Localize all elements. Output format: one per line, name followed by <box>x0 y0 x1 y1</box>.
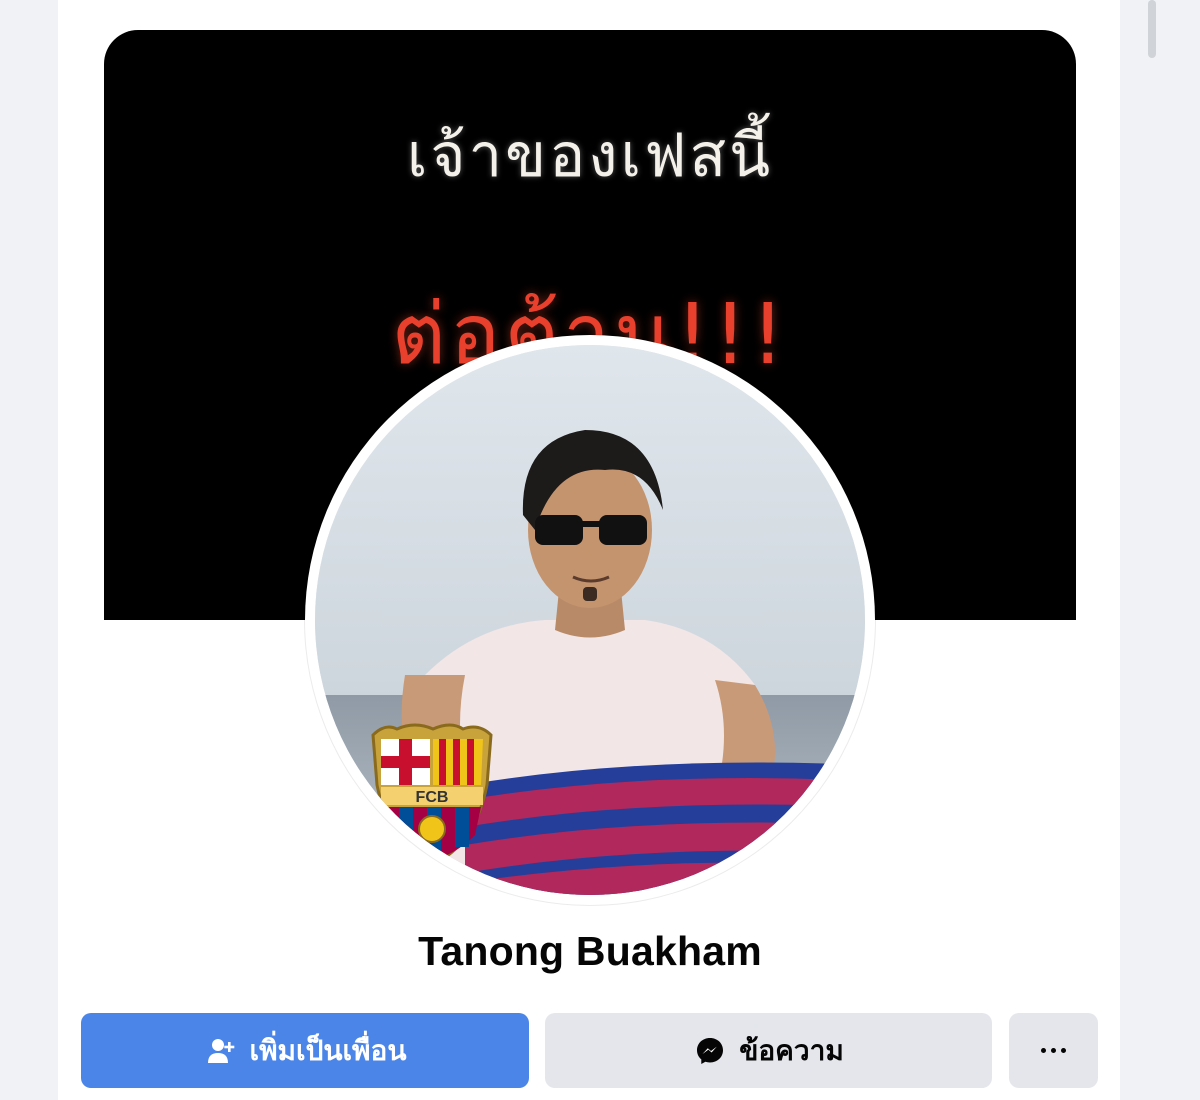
add-friend-label: เพิ่มเป็นเพื่อน <box>249 1033 407 1067</box>
message-label: ข้อความ <box>739 1033 844 1067</box>
add-friend-button[interactable]: เพิ่มเป็นเพื่อน <box>81 1013 529 1088</box>
messenger-icon <box>693 1034 727 1068</box>
profile-picture[interactable]: FCB <box>315 345 865 895</box>
profile-name: Tanong Buakham <box>418 928 762 974</box>
svg-text:FCB: FCB <box>416 789 449 806</box>
cover-text-line-1: เจ้าของเฟสนี้ <box>406 121 774 191</box>
more-icon <box>1041 1048 1066 1053</box>
scrollbar-thumb[interactable] <box>1148 0 1156 58</box>
profile-photo-illustration: FCB <box>315 345 865 895</box>
add-friend-icon <box>204 1034 238 1068</box>
more-options-button[interactable] <box>1009 1013 1098 1088</box>
profile-picture-frame[interactable]: FCB <box>305 335 875 905</box>
message-button[interactable]: ข้อความ <box>545 1013 992 1088</box>
